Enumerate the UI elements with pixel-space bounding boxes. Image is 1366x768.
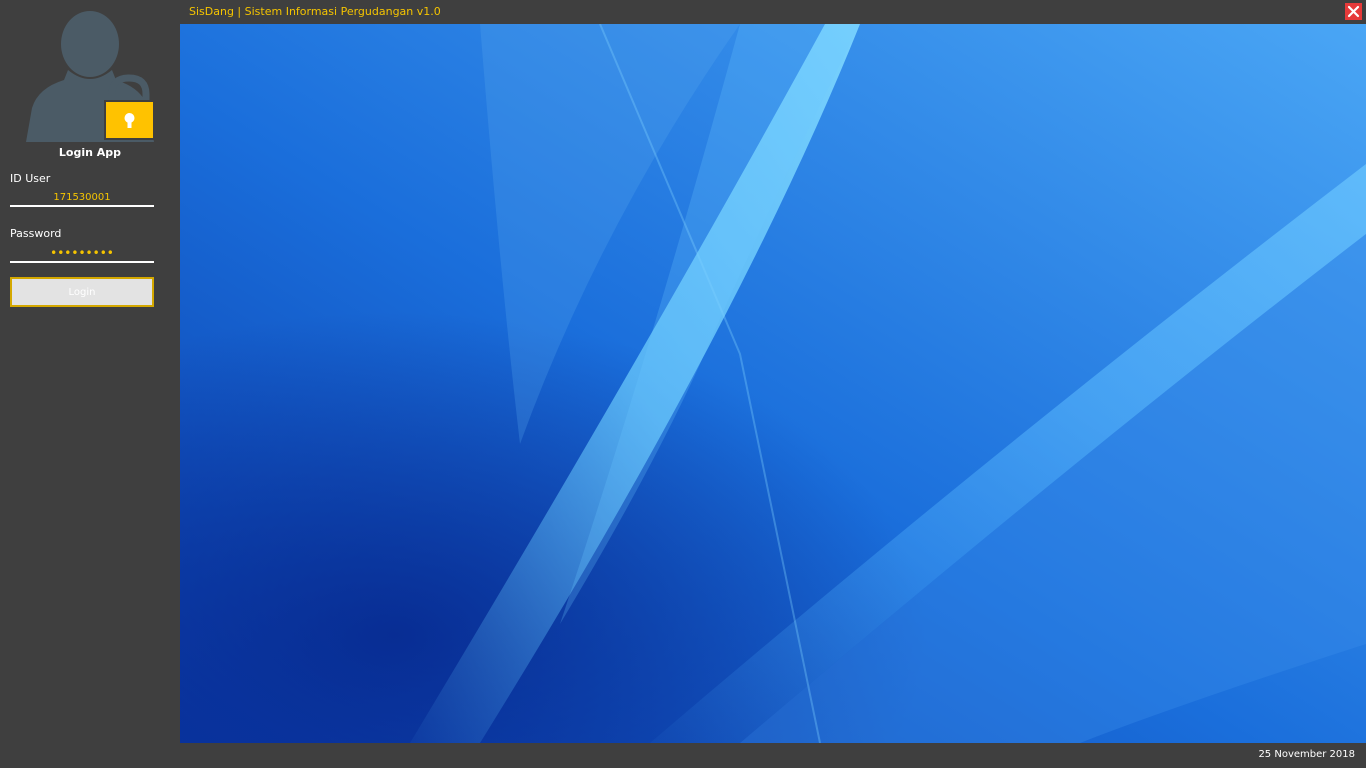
user-lock-icon [24,8,156,142]
desktop-wallpaper [180,24,1366,743]
password-label: Password [10,227,62,240]
close-icon [1345,3,1362,20]
password-input[interactable] [10,245,154,263]
id-user-label: ID User [10,172,51,185]
window-title: SisDang | Sistem Informasi Pergudangan v… [189,5,441,18]
id-user-input[interactable] [10,189,154,207]
login-button[interactable]: Login [10,277,154,307]
status-date: 25 November 2018 [1258,749,1355,760]
login-title: Login App [58,146,122,159]
app-window: Login App ID User Password Login SisDang… [0,0,1366,768]
login-panel: Login App ID User Password Login [0,0,180,768]
close-button[interactable] [1345,3,1362,20]
